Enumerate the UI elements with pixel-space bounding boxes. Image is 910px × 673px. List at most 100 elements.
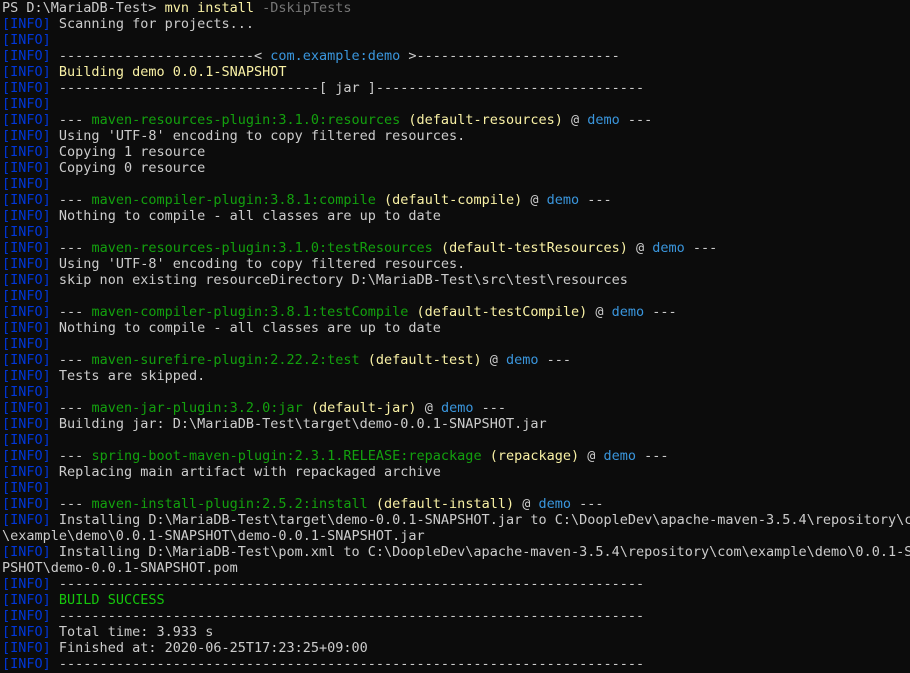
output-text: --- bbox=[571, 496, 604, 512]
info-tag: [INFO] bbox=[2, 144, 51, 160]
output-text: Installing D:\MariaDB-Test\target\demo-0… bbox=[58, 512, 910, 528]
info-tag: [INFO] bbox=[2, 256, 51, 272]
info-tag: [INFO] bbox=[2, 272, 51, 288]
output-text: --- bbox=[684, 240, 718, 256]
output-text: demo bbox=[652, 240, 685, 256]
info-tag: [INFO] bbox=[2, 160, 51, 176]
info-tag: [INFO] bbox=[2, 192, 51, 208]
output-line: [INFO] Using 'UTF-8' encoding to copy fi… bbox=[0, 128, 910, 144]
output-text: Using 'UTF-8' encoding to copy filtered … bbox=[58, 128, 466, 144]
info-tag: [INFO] bbox=[2, 304, 51, 320]
output-line: [INFO] Copying 1 resource bbox=[0, 144, 910, 160]
info-tag: [INFO] bbox=[2, 432, 51, 448]
output-line: [INFO] BUILD SUCCESS bbox=[0, 592, 910, 608]
info-tag: [INFO] bbox=[2, 64, 51, 80]
output-text: (repackage) bbox=[481, 448, 580, 464]
info-tag: [INFO] bbox=[2, 416, 51, 432]
prompt-line: PS D:\MariaDB-Test> mvn install -DskipTe… bbox=[0, 0, 910, 16]
info-tag: [INFO] bbox=[2, 496, 51, 512]
info-tag: [INFO] bbox=[2, 544, 51, 560]
output-text: --- bbox=[636, 448, 669, 464]
output-line: [INFO] Installing D:\MariaDB-Test\target… bbox=[0, 512, 910, 528]
output-line: \example\demo\0.0.1-SNAPSHOT\demo-0.0.1-… bbox=[0, 528, 910, 544]
terminal-window[interactable]: PS D:\MariaDB-Test> mvn install -DskipTe… bbox=[0, 0, 910, 673]
output-text: demo bbox=[611, 304, 645, 320]
info-tag: [INFO] bbox=[2, 16, 51, 32]
info-tag: [INFO] bbox=[2, 480, 51, 496]
output-line: [INFO] bbox=[0, 384, 910, 400]
info-tag: [INFO] bbox=[2, 640, 51, 656]
output-text: --- bbox=[619, 112, 653, 128]
output-line: [INFO] Tests are skipped. bbox=[0, 368, 910, 384]
output-text: ----------------------------------------… bbox=[58, 608, 645, 624]
output-text: demo bbox=[603, 448, 637, 464]
info-tag: [INFO] bbox=[2, 288, 51, 304]
output-line: [INFO] bbox=[0, 432, 910, 448]
output-text: (default-test) bbox=[359, 352, 482, 368]
output-text: --- bbox=[58, 448, 92, 464]
terminal-output: [INFO] Scanning for projects... [INFO] [I… bbox=[0, 16, 910, 672]
output-text: demo bbox=[587, 112, 620, 128]
output-line: [INFO] --- maven-jar-plugin:3.2.0:jar (d… bbox=[0, 400, 910, 416]
output-text: maven-jar-plugin:3.2.0:jar bbox=[91, 400, 303, 416]
output-text: @ bbox=[481, 352, 506, 368]
output-text: Installing D:\MariaDB-Test\pom.xml to C:… bbox=[58, 544, 910, 560]
info-tag: [INFO] bbox=[2, 464, 51, 480]
output-line: [INFO] --- maven-install-plugin:2.5.2:in… bbox=[0, 496, 910, 512]
output-line: [INFO] Total time: 3.933 s bbox=[0, 624, 910, 640]
output-line: [INFO] bbox=[0, 32, 910, 48]
output-line: [INFO] Building demo 0.0.1-SNAPSHOT bbox=[0, 64, 910, 80]
output-text: BUILD SUCCESS bbox=[58, 592, 165, 608]
output-line: [INFO] Copying 0 resource bbox=[0, 160, 910, 176]
output-text: maven-install-plugin:2.5.2:install bbox=[91, 496, 368, 512]
output-text: @ bbox=[627, 240, 653, 256]
output-line: [INFO] Using 'UTF-8' encoding to copy fi… bbox=[0, 256, 910, 272]
info-tag: [INFO] bbox=[2, 512, 51, 528]
output-text: maven-resources-plugin:3.1.0:testResourc… bbox=[91, 240, 433, 256]
output-line: [INFO] bbox=[0, 224, 910, 240]
output-text: ----------------------------------------… bbox=[58, 656, 645, 672]
output-text: ----------------------------------------… bbox=[58, 576, 645, 592]
output-text: (default-compile) bbox=[375, 192, 523, 208]
info-tag: [INFO] bbox=[2, 656, 51, 672]
output-line: [INFO] bbox=[0, 176, 910, 192]
output-text: Replacing main artifact with repackaged … bbox=[58, 464, 441, 480]
output-text: --- bbox=[473, 400, 506, 416]
output-text: @ bbox=[579, 448, 604, 464]
output-text: @ bbox=[587, 304, 612, 320]
output-text: --- bbox=[58, 400, 92, 416]
output-text: maven-resources-plugin:3.1.0:resources bbox=[91, 112, 401, 128]
output-line: [INFO] --- maven-surefire-plugin:2.22.2:… bbox=[0, 352, 910, 368]
output-line: [INFO] Building jar: D:\MariaDB-Test\tar… bbox=[0, 416, 910, 432]
info-tag: [INFO] bbox=[2, 96, 51, 112]
output-text: Building demo 0.0.1-SNAPSHOT bbox=[58, 64, 287, 80]
output-text: demo bbox=[546, 192, 580, 208]
output-text: --------------------------------[ jar ]-… bbox=[58, 80, 645, 96]
output-text: spring-boot-maven-plugin:2.3.1.RELEASE:r… bbox=[91, 448, 482, 464]
info-tag: [INFO] bbox=[2, 240, 51, 256]
output-line: [INFO] Installing D:\MariaDB-Test\pom.xm… bbox=[0, 544, 910, 560]
info-tag: [INFO] bbox=[2, 352, 51, 368]
output-line: [INFO] bbox=[0, 96, 910, 112]
output-text: Using 'UTF-8' encoding to copy filtered … bbox=[58, 256, 466, 272]
output-line: [INFO] Scanning for projects... bbox=[0, 16, 910, 32]
info-tag: [INFO] bbox=[2, 176, 51, 192]
output-line: [INFO] skip non existing resourceDirecto… bbox=[0, 272, 910, 288]
output-text: --- bbox=[58, 192, 92, 208]
output-text: --- bbox=[58, 240, 92, 256]
info-tag: [INFO] bbox=[2, 32, 51, 48]
info-tag: [INFO] bbox=[2, 384, 51, 400]
output-text: Copying 1 resource bbox=[58, 144, 206, 160]
output-line: [INFO] Finished at: 2020-06-25T17:23:25+… bbox=[0, 640, 910, 656]
command-text: mvn install bbox=[164, 0, 254, 16]
output-text: (default-testResources) bbox=[432, 240, 628, 256]
output-line: [INFO] --------------------------------[… bbox=[0, 80, 910, 96]
info-tag: [INFO] bbox=[2, 80, 51, 96]
info-tag: [INFO] bbox=[2, 608, 51, 624]
output-text: --- bbox=[644, 304, 677, 320]
output-line: [INFO] Nothing to compile - all classes … bbox=[0, 208, 910, 224]
output-text: (default-install) bbox=[367, 496, 515, 512]
info-tag: [INFO] bbox=[2, 128, 51, 144]
info-tag: [INFO] bbox=[2, 592, 51, 608]
info-tag: [INFO] bbox=[2, 48, 51, 64]
